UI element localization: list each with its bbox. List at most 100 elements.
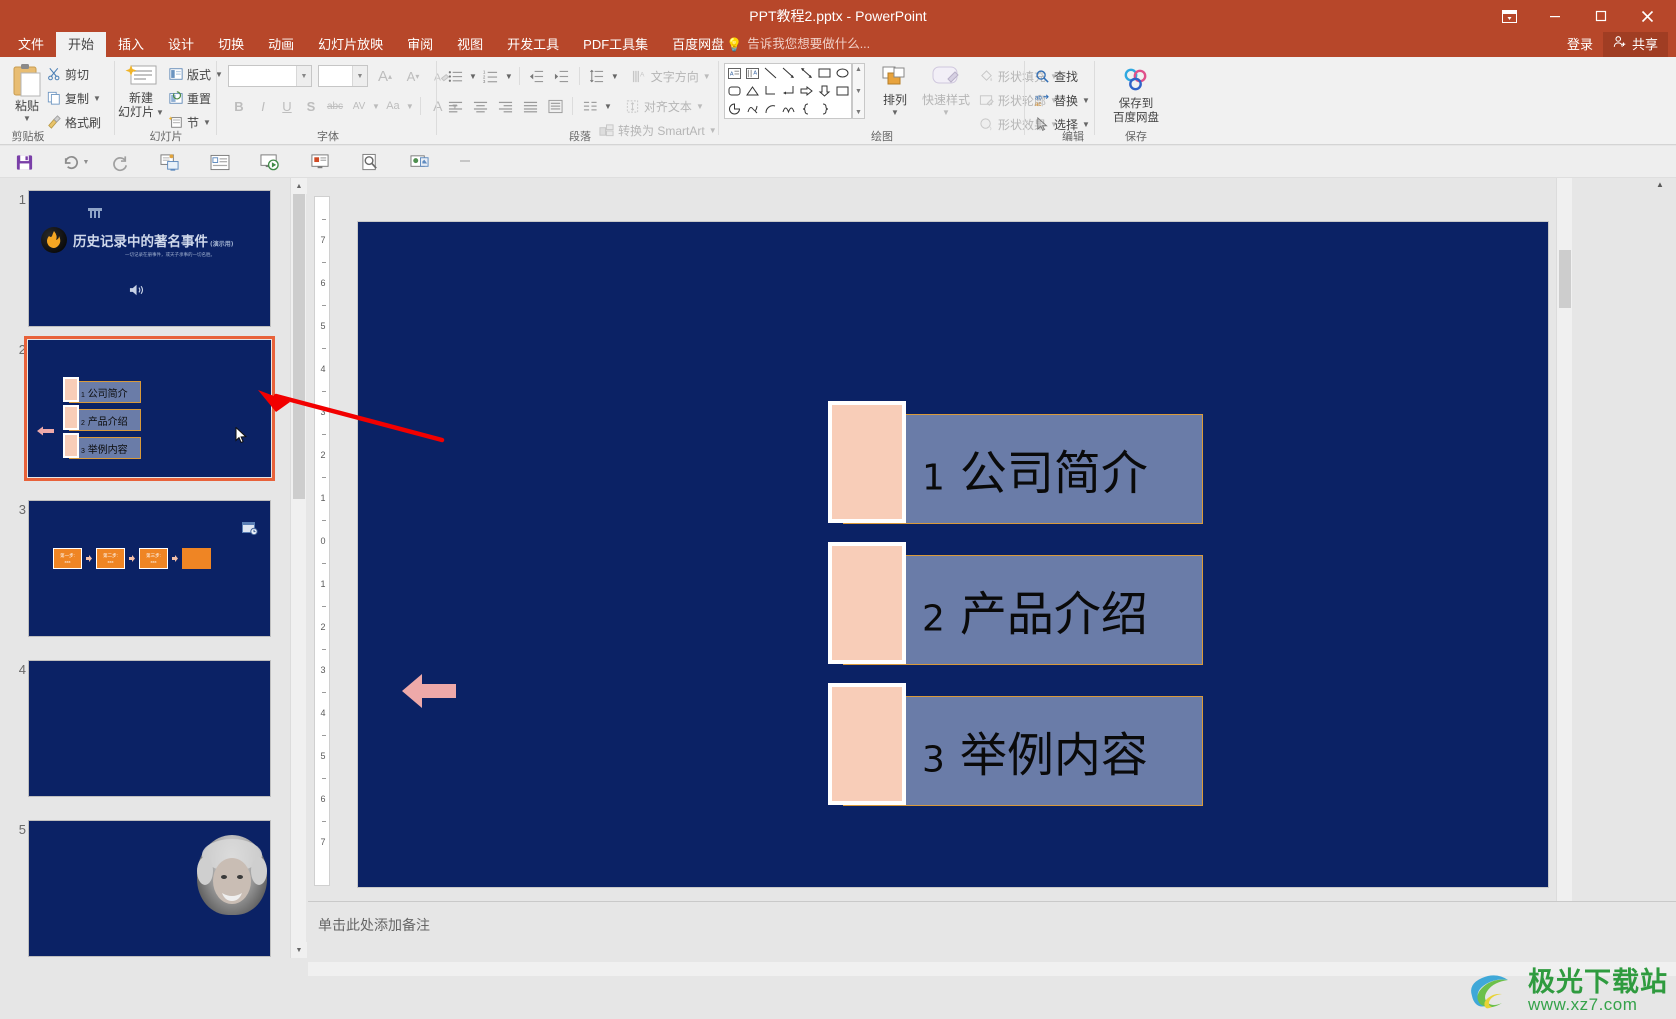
shape-elbow-connector-icon[interactable] [761, 82, 779, 100]
shape-oval-icon[interactable] [833, 64, 851, 82]
chevron-down-icon[interactable]: ▼ [696, 102, 704, 111]
chevron-down-icon[interactable]: ▼ [203, 118, 211, 127]
screenshot-icon[interactable] [408, 151, 432, 173]
shape-rectangle-icon[interactable] [815, 64, 833, 82]
chevron-down-icon[interactable]: ▼ [23, 114, 31, 123]
save-to-baidu-button[interactable]: 保存到 百度网盘 [1098, 67, 1174, 125]
chevron-down-icon[interactable]: ▼ [703, 72, 711, 81]
ribbon-tab-10[interactable]: PDF工具集 [571, 32, 660, 57]
undo-icon[interactable] [58, 151, 82, 173]
pink-left-arrow-shape[interactable] [402, 670, 456, 717]
align-right-button[interactable] [494, 95, 516, 117]
current-slide-canvas[interactable]: 1 公司简介 2 产品介绍 3 举例内容 [358, 222, 1548, 887]
shape-vertical-textbox-icon[interactable]: A [743, 64, 761, 82]
slide-item-chip-1[interactable] [828, 401, 906, 523]
cut-button[interactable]: 剪切 [44, 63, 92, 85]
slide-thumbnail-3[interactable]: 3 第一步: xxx 第二步: xxx 第三步: xxx [0, 500, 290, 650]
ribbon-tab-7[interactable]: 审阅 [395, 32, 445, 57]
align-text-button[interactable]: 对齐文本 ▼ [622, 95, 707, 117]
align-center-button[interactable] [469, 95, 491, 117]
shape-down-arrow-icon[interactable] [815, 82, 833, 100]
shape-arc-icon[interactable] [761, 100, 779, 118]
text-direction-button[interactable]: A 文字方向 ▼ [629, 65, 714, 87]
scroll-down-icon[interactable]: ▼ [855, 88, 862, 95]
slide-show-icon[interactable] [258, 151, 282, 173]
shape-freeform-icon[interactable] [743, 100, 761, 118]
notes-pane[interactable]: 单击此处添加备注 [308, 902, 1676, 962]
scrollbar-thumb[interactable] [293, 194, 305, 499]
italic-button[interactable]: I [252, 95, 274, 117]
slide-thumbnail-4[interactable]: 4 [0, 660, 290, 810]
ribbon-tab-4[interactable]: 切换 [206, 32, 256, 57]
slide-thumb-canvas[interactable] [28, 660, 271, 797]
shape-right-arrow-icon[interactable] [797, 82, 815, 100]
ribbon-tab-3[interactable]: 设计 [156, 32, 206, 57]
slide-thumbnail-pane[interactable]: 1 历史记录中的著名事件(演示用) 一切记录在册事件，或天子承事的一切名胜。 2… [0, 178, 290, 958]
shape-triangle-icon[interactable] [743, 82, 761, 100]
shape-pie-icon[interactable] [725, 100, 743, 118]
reset-button[interactable]: 重置 [166, 87, 214, 109]
decrease-indent-button[interactable] [526, 65, 548, 87]
chevron-down-icon[interactable]: ▼ [406, 102, 414, 111]
font-name-combobox[interactable]: ▼ [228, 65, 312, 87]
chevron-down-icon[interactable]: ▼ [611, 72, 619, 81]
ribbon-tab-0[interactable]: 文件 [6, 32, 56, 57]
save-icon[interactable] [12, 151, 36, 173]
underline-button[interactable]: U [276, 95, 298, 117]
shape-rounded-rect-icon[interactable] [725, 82, 743, 100]
bold-button[interactable]: B [228, 95, 250, 117]
slide-item-chip-3[interactable] [828, 683, 906, 805]
strikethrough-button[interactable]: abc [324, 95, 346, 117]
justify-button[interactable] [519, 95, 541, 117]
font-size-input[interactable] [319, 66, 352, 86]
shape-curve-icon[interactable] [779, 100, 797, 118]
shape-textbox-icon[interactable]: A [725, 64, 743, 82]
text-shadow-button[interactable]: S [300, 95, 322, 117]
print-preview-icon[interactable] [358, 151, 382, 173]
format-painter-button[interactable]: 格式刷 [44, 111, 104, 133]
chevron-down-icon[interactable]: ▼ [156, 108, 164, 117]
from-beginning-icon[interactable] [158, 151, 182, 173]
increase-indent-button[interactable] [551, 65, 573, 87]
new-slide-qat-icon[interactable] [208, 151, 232, 173]
share-button[interactable]: 共享 [1603, 32, 1668, 57]
line-spacing-button[interactable] [586, 65, 608, 87]
ribbon-tab-1[interactable]: 开始 [56, 32, 106, 57]
change-case-button[interactable]: Aa [382, 95, 404, 117]
sign-in-button[interactable]: 登录 [1557, 32, 1603, 57]
chevron-down-icon[interactable]: ▼ [296, 66, 311, 86]
thumbnail-pane-scrollbar[interactable]: ▲ ▼ [290, 178, 306, 958]
slide-thumb-canvas-selected[interactable]: 1 公司简介 2 产品介绍 3 举例内容 [28, 340, 271, 477]
align-left-button[interactable] [444, 95, 466, 117]
slide-thumbnail-2[interactable]: 2 1 公司简介 2 产品介绍 3 举例内容 [0, 340, 290, 490]
scroll-up-icon[interactable]: ▲ [855, 66, 862, 73]
arrange-button[interactable]: 排列 ▼ [874, 65, 916, 117]
font-name-input[interactable] [229, 66, 296, 86]
chevron-down-icon[interactable]: ▼ [93, 94, 101, 103]
ribbon-tab-11[interactable]: 百度网盘 [660, 32, 736, 57]
paste-button[interactable]: 粘贴 ▼ [6, 63, 48, 123]
character-spacing-button[interactable]: AV [348, 95, 370, 117]
chevron-down-icon[interactable]: ▼ [1082, 96, 1090, 105]
ribbon-tab-9[interactable]: 开发工具 [495, 32, 571, 57]
tell-me-box[interactable]: 💡 告诉我您想要做什么... [726, 32, 870, 57]
distribute-columns-button[interactable] [544, 95, 566, 117]
slide-thumb-canvas[interactable]: 第一步: xxx 第二步: xxx 第三步: xxx [28, 500, 271, 637]
chevron-down-icon[interactable]: ▼ [352, 66, 367, 86]
shapes-more-icon[interactable]: ▼ [855, 109, 862, 116]
slide-thumb-canvas[interactable] [28, 820, 271, 957]
vertical-ruler[interactable]: 765432101234567 [314, 196, 330, 886]
minimize-icon[interactable] [1532, 1, 1578, 31]
columns-button[interactable] [579, 95, 601, 117]
ribbon-display-options-icon[interactable] [1486, 1, 1532, 31]
maximize-icon[interactable] [1578, 1, 1624, 31]
slide-thumbnail-5[interactable]: 5 [0, 820, 290, 958]
shape-double-arrow-icon[interactable] [797, 64, 815, 82]
slide-item-chip-2[interactable] [828, 542, 906, 664]
shape-more-icon[interactable] [833, 82, 851, 100]
custom-show-icon[interactable] [308, 151, 332, 173]
chevron-down-icon[interactable]: ▼ [505, 72, 513, 81]
ribbon-tab-6[interactable]: 幻灯片放映 [306, 32, 395, 57]
shapes-gallery-scrollbar[interactable]: ▲ ▼ ▼ [852, 63, 865, 119]
find-button[interactable]: 查找 [1032, 65, 1081, 87]
